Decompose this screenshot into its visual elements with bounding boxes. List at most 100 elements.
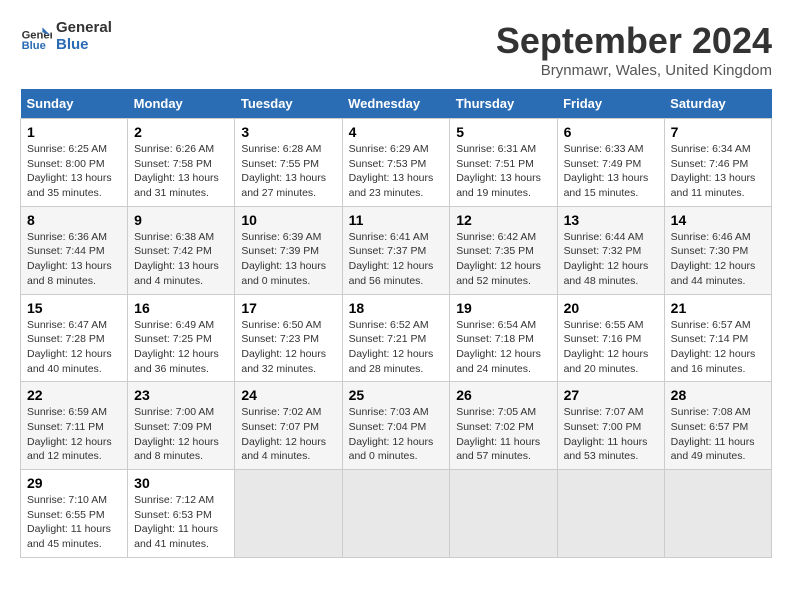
day-cell: 20 Sunrise: 6:55 AM Sunset: 7:16 PM Dayli…	[557, 294, 664, 382]
day-info: Sunrise: 6:46 AM Sunset: 7:30 PM Dayligh…	[671, 230, 765, 289]
day-cell	[342, 470, 450, 558]
day-info: Sunrise: 6:57 AM Sunset: 7:14 PM Dayligh…	[671, 318, 765, 377]
day-number: 17	[241, 300, 335, 316]
day-number: 8	[27, 212, 121, 228]
day-number: 22	[27, 387, 121, 403]
day-number: 11	[349, 212, 444, 228]
day-cell: 7 Sunrise: 6:34 AM Sunset: 7:46 PM Daylig…	[664, 119, 771, 207]
day-info: Sunrise: 6:26 AM Sunset: 7:58 PM Dayligh…	[134, 142, 228, 201]
week-row-5: 29 Sunrise: 7:10 AM Sunset: 6:55 PM Dayli…	[21, 470, 772, 558]
week-row-4: 22 Sunrise: 6:59 AM Sunset: 7:11 PM Dayli…	[21, 382, 772, 470]
day-cell: 25 Sunrise: 7:03 AM Sunset: 7:04 PM Dayli…	[342, 382, 450, 470]
day-info: Sunrise: 7:02 AM Sunset: 7:07 PM Dayligh…	[241, 405, 335, 464]
location-title: Brynmawr, Wales, United Kingdom	[496, 62, 772, 79]
day-cell: 24 Sunrise: 7:02 AM Sunset: 7:07 PM Dayli…	[235, 382, 342, 470]
week-row-2: 8 Sunrise: 6:36 AM Sunset: 7:44 PM Daylig…	[21, 206, 772, 294]
day-cell: 1 Sunrise: 6:25 AM Sunset: 8:00 PM Daylig…	[21, 119, 128, 207]
day-cell: 21 Sunrise: 6:57 AM Sunset: 7:14 PM Dayli…	[664, 294, 771, 382]
day-number: 26	[456, 387, 550, 403]
day-cell: 27 Sunrise: 7:07 AM Sunset: 7:00 PM Dayli…	[557, 382, 664, 470]
day-cell: 26 Sunrise: 7:05 AM Sunset: 7:02 PM Dayli…	[450, 382, 557, 470]
day-number: 14	[671, 212, 765, 228]
day-number: 28	[671, 387, 765, 403]
day-number: 10	[241, 212, 335, 228]
day-number: 3	[241, 124, 335, 140]
day-info: Sunrise: 7:12 AM Sunset: 6:53 PM Dayligh…	[134, 493, 228, 552]
day-info: Sunrise: 6:29 AM Sunset: 7:53 PM Dayligh…	[349, 142, 444, 201]
day-info: Sunrise: 7:05 AM Sunset: 7:02 PM Dayligh…	[456, 405, 550, 464]
day-number: 5	[456, 124, 550, 140]
day-number: 29	[27, 475, 121, 491]
header-sunday: Sunday	[21, 89, 128, 119]
day-cell: 2 Sunrise: 6:26 AM Sunset: 7:58 PM Daylig…	[128, 119, 235, 207]
day-info: Sunrise: 6:52 AM Sunset: 7:21 PM Dayligh…	[349, 318, 444, 377]
day-info: Sunrise: 6:33 AM Sunset: 7:49 PM Dayligh…	[564, 142, 658, 201]
day-cell: 29 Sunrise: 7:10 AM Sunset: 6:55 PM Dayli…	[21, 470, 128, 558]
day-number: 6	[564, 124, 658, 140]
day-cell: 17 Sunrise: 6:50 AM Sunset: 7:23 PM Dayli…	[235, 294, 342, 382]
day-info: Sunrise: 7:03 AM Sunset: 7:04 PM Dayligh…	[349, 405, 444, 464]
day-number: 18	[349, 300, 444, 316]
day-number: 2	[134, 124, 228, 140]
month-title: September 2024	[496, 20, 772, 62]
title-area: September 2024 Brynmawr, Wales, United K…	[496, 20, 772, 79]
header-monday: Monday	[128, 89, 235, 119]
day-info: Sunrise: 6:54 AM Sunset: 7:18 PM Dayligh…	[456, 318, 550, 377]
day-cell: 28 Sunrise: 7:08 AM Sunset: 6:57 PM Dayli…	[664, 382, 771, 470]
week-row-1: 1 Sunrise: 6:25 AM Sunset: 8:00 PM Daylig…	[21, 119, 772, 207]
day-info: Sunrise: 6:49 AM Sunset: 7:25 PM Dayligh…	[134, 318, 228, 377]
header-wednesday: Wednesday	[342, 89, 450, 119]
header-friday: Friday	[557, 89, 664, 119]
day-cell: 4 Sunrise: 6:29 AM Sunset: 7:53 PM Daylig…	[342, 119, 450, 207]
day-info: Sunrise: 6:31 AM Sunset: 7:51 PM Dayligh…	[456, 142, 550, 201]
day-info: Sunrise: 6:34 AM Sunset: 7:46 PM Dayligh…	[671, 142, 765, 201]
day-cell: 11 Sunrise: 6:41 AM Sunset: 7:37 PM Dayli…	[342, 206, 450, 294]
day-cell: 10Sunrise: 6:39 AM Sunset: 7:39 PM Dayli…	[235, 206, 342, 294]
day-info: Sunrise: 6:59 AM Sunset: 7:11 PM Dayligh…	[27, 405, 121, 464]
day-cell: 18 Sunrise: 6:52 AM Sunset: 7:21 PM Dayli…	[342, 294, 450, 382]
header-thursday: Thursday	[450, 89, 557, 119]
calendar-table: SundayMondayTuesdayWednesdayThursdayFrid…	[20, 89, 772, 558]
day-number: 15	[27, 300, 121, 316]
day-number: 9	[134, 212, 228, 228]
day-cell: 13 Sunrise: 6:44 AM Sunset: 7:32 PM Dayli…	[557, 206, 664, 294]
logo-blue: Blue	[56, 37, 112, 54]
day-number: 7	[671, 124, 765, 140]
day-info: Sunrise: 6:36 AM Sunset: 7:44 PM Dayligh…	[27, 230, 121, 289]
logo-general: General	[56, 20, 112, 37]
day-number: 19	[456, 300, 550, 316]
day-info: Sunrise: 7:00 AM Sunset: 7:09 PM Dayligh…	[134, 405, 228, 464]
day-info: Sunrise: 6:55 AM Sunset: 7:16 PM Dayligh…	[564, 318, 658, 377]
day-number: 12	[456, 212, 550, 228]
day-info: Sunrise: 6:25 AM Sunset: 8:00 PM Dayligh…	[27, 142, 121, 201]
day-info: Sunrise: 7:07 AM Sunset: 7:00 PM Dayligh…	[564, 405, 658, 464]
day-number: 21	[671, 300, 765, 316]
day-info: Sunrise: 6:42 AM Sunset: 7:35 PM Dayligh…	[456, 230, 550, 289]
day-cell	[664, 470, 771, 558]
day-number: 1	[27, 124, 121, 140]
day-cell	[235, 470, 342, 558]
day-number: 25	[349, 387, 444, 403]
day-info: Sunrise: 6:47 AM Sunset: 7:28 PM Dayligh…	[27, 318, 121, 377]
svg-text:Blue: Blue	[22, 40, 46, 52]
day-cell: 12 Sunrise: 6:42 AM Sunset: 7:35 PM Dayli…	[450, 206, 557, 294]
day-info: Sunrise: 6:28 AM Sunset: 7:55 PM Dayligh…	[241, 142, 335, 201]
day-number: 24	[241, 387, 335, 403]
header-tuesday: Tuesday	[235, 89, 342, 119]
day-cell: 9 Sunrise: 6:38 AM Sunset: 7:42 PM Daylig…	[128, 206, 235, 294]
day-info: Sunrise: 7:08 AM Sunset: 6:57 PM Dayligh…	[671, 405, 765, 464]
day-cell: 3 Sunrise: 6:28 AM Sunset: 7:55 PM Daylig…	[235, 119, 342, 207]
day-info: Sunrise: 6:44 AM Sunset: 7:32 PM Dayligh…	[564, 230, 658, 289]
day-number: 20	[564, 300, 658, 316]
day-number: 30	[134, 475, 228, 491]
week-row-3: 15 Sunrise: 6:47 AM Sunset: 7:28 PM Dayli…	[21, 294, 772, 382]
day-number: 4	[349, 124, 444, 140]
day-cell: 14 Sunrise: 6:46 AM Sunset: 7:30 PM Dayli…	[664, 206, 771, 294]
day-info: Sunrise: 6:41 AM Sunset: 7:37 PM Dayligh…	[349, 230, 444, 289]
day-info: Sunrise: 7:10 AM Sunset: 6:55 PM Dayligh…	[27, 493, 121, 552]
day-info: Sunrise: 6:38 AM Sunset: 7:42 PM Dayligh…	[134, 230, 228, 289]
day-info: Sunrise: 6:50 AM Sunset: 7:23 PM Dayligh…	[241, 318, 335, 377]
day-cell: 22 Sunrise: 6:59 AM Sunset: 7:11 PM Dayli…	[21, 382, 128, 470]
day-number: 13	[564, 212, 658, 228]
day-number: 27	[564, 387, 658, 403]
